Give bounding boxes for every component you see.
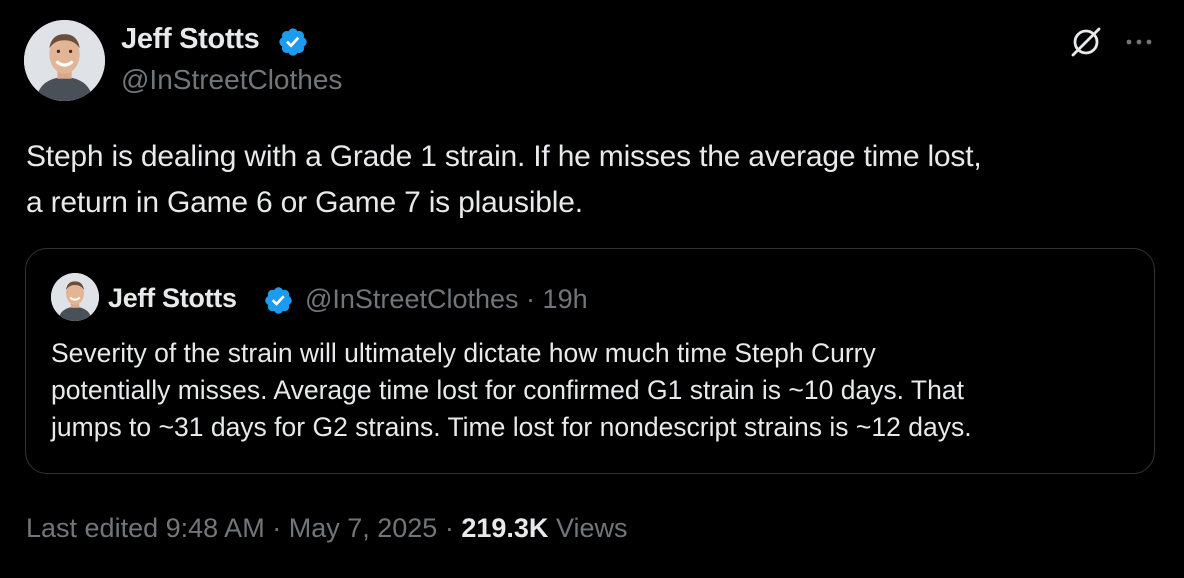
quote-text-line: Severity of the strain will ultimately d…: [51, 338, 876, 368]
meta-separator: ·: [444, 513, 454, 543]
quote-timestamp[interactable]: 19h: [543, 284, 588, 314]
views-label[interactable]: Views: [556, 513, 628, 543]
quote-author-avatar: [51, 273, 99, 321]
views-count[interactable]: 219.3K: [461, 513, 548, 543]
more-options-icon[interactable]: [1122, 27, 1156, 57]
author-handle[interactable]: @InStreetClothes: [121, 64, 342, 96]
quote-author-name: Jeff Stotts: [108, 283, 237, 313]
tweet-footer-meta: Last edited 9:48 AM · May 7, 2025 · 219.…: [26, 513, 627, 544]
tweet-text: Steph is dealing with a Grade 1 strain. …: [26, 134, 1166, 226]
tweet-date[interactable]: May 7, 2025: [289, 513, 438, 543]
quoted-tweet-card[interactable]: Jeff Stotts @InStreetClothes · 19h Sever…: [25, 248, 1155, 474]
quote-text-line: potentially misses. Average time lost fo…: [51, 375, 964, 405]
verified-badge-icon: [265, 287, 292, 314]
grok-icon[interactable]: [1068, 24, 1104, 60]
edited-time[interactable]: 9:48 AM: [166, 513, 265, 543]
meta-separator: ·: [526, 284, 536, 314]
tweet-text-line: Steph is dealing with a Grade 1 strain. …: [26, 140, 982, 173]
tweet-text-line: a return in Game 6 or Game 7 is plausibl…: [26, 186, 583, 219]
quote-text-line: jumps to ~31 days for G2 strains. Time l…: [51, 412, 972, 442]
meta-separator: ·: [272, 513, 282, 543]
verified-badge-icon: [279, 28, 307, 56]
quote-meta: @InStreetClothes · 19h: [305, 284, 588, 315]
quote-author-handle: @InStreetClothes: [305, 284, 519, 314]
profile-photo-avatar: [24, 20, 105, 101]
author-avatar[interactable]: [24, 20, 105, 101]
profile-photo-avatar: [51, 273, 99, 321]
edited-label[interactable]: Last edited: [26, 513, 158, 543]
author-name[interactable]: Jeff Stotts: [121, 23, 260, 56]
quote-text: Severity of the strain will ultimately d…: [51, 335, 1141, 446]
